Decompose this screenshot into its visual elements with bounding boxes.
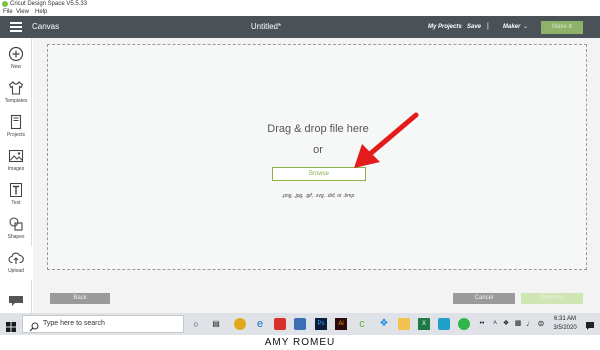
- window-title: Cricut Design Space V5.5.33: [10, 1, 88, 7]
- window-titlebar: Cricut Design Space V5.5.33: [0, 0, 600, 8]
- sidebar-item-label: Templates: [4, 98, 28, 104]
- cloud-upload-icon: [8, 250, 24, 266]
- machine-selector[interactable]: Maker: [503, 16, 520, 38]
- book-icon: [8, 114, 24, 130]
- sidebar-item-label: New: [10, 64, 21, 70]
- shapes-icon: [8, 216, 24, 232]
- chat-bubble-icon[interactable]: [8, 294, 24, 306]
- my-projects-link[interactable]: My Projects: [428, 16, 462, 38]
- taskbar-search-input[interactable]: Type here to search: [22, 315, 184, 333]
- sidebar-item-label: Text: [11, 200, 21, 206]
- app-header: Canvas Untitled* My Projects Save | Make…: [0, 16, 600, 38]
- dropbox-tray-icon[interactable]: ❖: [500, 318, 512, 330]
- illustrator-icon[interactable]: Ai: [335, 318, 347, 330]
- supported-formats-text: .png, .jpg, .gif, .svg, .dxf, or .bmp: [281, 193, 355, 199]
- task-view-icon[interactable]: ▤: [210, 318, 222, 330]
- photoshop-icon[interactable]: Ps: [315, 318, 327, 330]
- sidebar-item-text[interactable]: Text: [0, 178, 32, 212]
- sidebar-item-label: Upload: [8, 268, 24, 274]
- sidebar-item-label: Images: [7, 166, 25, 172]
- camera-app-icon[interactable]: [438, 318, 450, 330]
- file-explorer-icon[interactable]: [398, 318, 410, 330]
- plus-circle-icon: [8, 46, 24, 62]
- search-placeholder: Type here to search: [43, 320, 105, 327]
- drag-drop-text: Drag & drop file here: [267, 123, 369, 135]
- notification-icon[interactable]: [585, 318, 595, 330]
- windows-taskbar: Type here to search ○ ▤ e Ps Ai c ❖ X ••…: [0, 313, 600, 335]
- menu-bar: File View Help: [0, 8, 600, 16]
- chrome-icon[interactable]: [234, 318, 246, 330]
- upload-panel: Drag & drop file here or Browse .png, .j…: [33, 38, 600, 328]
- sidebar-item-shapes[interactable]: Shapes: [0, 212, 32, 246]
- cricut-logo-icon: [2, 1, 8, 7]
- canvas-label: Canvas: [32, 22, 60, 31]
- text-icon: [8, 182, 24, 198]
- red-arrow-annotation: [354, 112, 419, 168]
- or-text: or: [313, 144, 323, 156]
- cortana-icon[interactable]: ○: [190, 318, 202, 330]
- network-icon[interactable]: ▩: [512, 318, 524, 330]
- continue-button[interactable]: Continue: [521, 293, 583, 304]
- save-link[interactable]: Save: [467, 16, 481, 38]
- sidebar-item-upload[interactable]: Upload: [0, 246, 32, 280]
- sidebar-item-images[interactable]: Images: [0, 144, 32, 178]
- sidebar-item-projects[interactable]: Projects: [0, 110, 32, 144]
- sidebar-item-new[interactable]: New: [0, 42, 32, 76]
- clock-time[interactable]: 6:31 AM: [548, 315, 582, 323]
- excel-icon[interactable]: X: [418, 318, 430, 330]
- image-icon: [8, 148, 24, 164]
- search-icon: [29, 319, 39, 332]
- header-separator: |: [487, 23, 489, 30]
- shirt-icon: [8, 80, 24, 96]
- chevron-down-icon[interactable]: ⌄: [523, 16, 528, 38]
- lastpass-icon[interactable]: ••: [476, 318, 488, 330]
- document-title: Untitled*: [250, 22, 282, 31]
- dropbox-icon[interactable]: ❖: [378, 318, 390, 330]
- clock-date[interactable]: 3/5/2020: [548, 324, 582, 332]
- hamburger-menu-icon[interactable]: [10, 22, 22, 32]
- drop-zone[interactable]: Drag & drop file here or Browse .png, .j…: [47, 44, 587, 270]
- make-it-button[interactable]: Make It: [541, 21, 583, 34]
- windows-start-icon[interactable]: [6, 319, 16, 332]
- image-caption: AMY ROMEU: [264, 337, 336, 348]
- edge-icon[interactable]: e: [254, 318, 266, 330]
- left-sidebar: New Templates Projects Images Text Shape…: [0, 38, 32, 328]
- menu-file[interactable]: File: [3, 8, 13, 16]
- sidebar-item-templates[interactable]: Templates: [0, 76, 32, 110]
- sidebar-item-label: Shapes: [7, 234, 25, 240]
- keyboard-icon[interactable]: ⊜: [535, 318, 547, 330]
- whatsapp-icon[interactable]: [458, 318, 470, 330]
- cricut-app-icon[interactable]: c: [356, 318, 368, 330]
- cancel-button[interactable]: Cancel: [453, 293, 515, 304]
- sidebar-item-label: Projects: [6, 132, 26, 138]
- menu-help[interactable]: Help: [35, 8, 47, 16]
- app-icon[interactable]: [294, 318, 306, 330]
- youtube-icon[interactable]: [274, 318, 286, 330]
- back-button[interactable]: Back: [50, 293, 110, 304]
- menu-view[interactable]: View: [16, 8, 29, 16]
